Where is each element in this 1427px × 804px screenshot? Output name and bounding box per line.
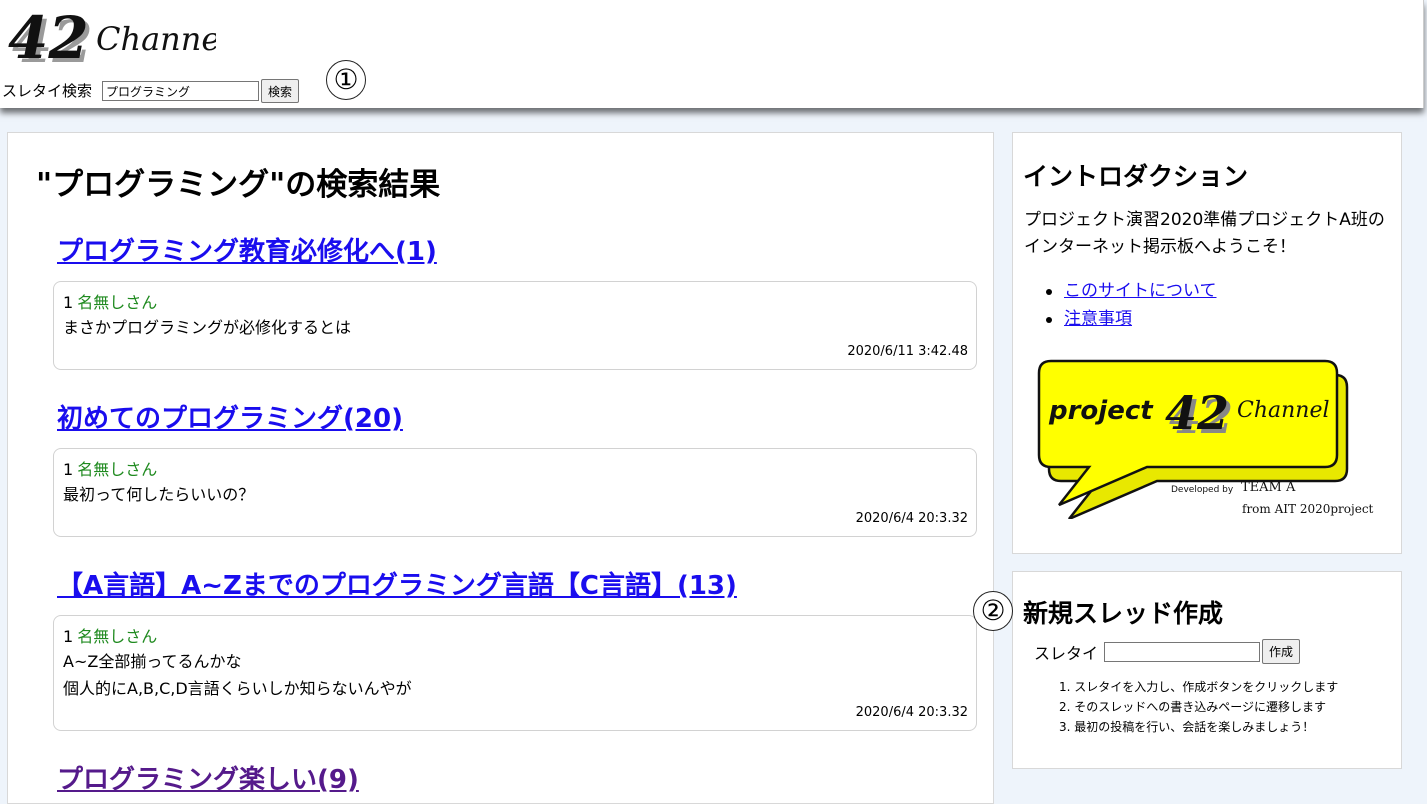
post-date: 2020/6/11 3:42.48 <box>847 344 968 359</box>
logo-text: Channel <box>96 20 216 58</box>
instruction-step: 3. 最初の投稿を行い、会話を楽しみましょう！ <box>1059 720 1315 734</box>
post-date: 2020/6/4 20:3.32 <box>855 705 968 720</box>
site-logo[interactable]: 42 42 Channel <box>6 6 216 72</box>
post-body: まさかプログラミングが必修化するとは <box>63 318 352 337</box>
poster-name: 名無しさん <box>77 627 158 646</box>
results-title: "プログラミング"の検索結果 <box>36 167 441 203</box>
post-date: 2020/6/4 20:3.32 <box>855 511 968 526</box>
search-button[interactable]: 検索 <box>261 79 300 103</box>
logo-number: 42 <box>8 6 89 72</box>
intro-link-item: 注意事項 <box>1046 305 1217 333</box>
intro-link-list: このサイトについて 注意事項 <box>1046 277 1217 333</box>
thread-item: プログラミング楽しい(9) <box>53 759 977 796</box>
thread-item: 【A言語】A~Zまでのプログラミング言語【C言語】(13) 1 名無しさん A~Z… <box>53 565 977 731</box>
post-body-line: 個人的にA,B,C,D言語くらいしか知らないんやが <box>63 679 412 698</box>
post-card: 1 名無しさん 最初って何したらいいの？ 2020/6/4 20:3.32 <box>53 448 977 537</box>
search-results-panel: "プログラミング"の検索結果 プログラミング教育必修化へ(1) 1 名無しさん ま… <box>7 132 994 804</box>
site-header: 42 42 Channel スレタイ検索 検索 ① <box>0 0 1424 108</box>
intro-panel: イントロダクション プロジェクト演習2020準備プロジェクトA班のインターネット… <box>1012 132 1402 554</box>
post-body-line: A~Z全部揃ってるんかな <box>63 652 242 671</box>
post-number: 1 <box>63 460 74 479</box>
notes-link[interactable]: 注意事項 <box>1064 309 1132 329</box>
new-thread-title: 新規スレッド作成 <box>1023 599 1224 628</box>
banner-channel-word: Channel <box>1237 398 1330 423</box>
intro-title: イントロダクション <box>1023 162 1249 191</box>
post-header: 1 名無しさん <box>63 459 968 481</box>
post-number: 1 <box>63 627 74 646</box>
instruction-step: 1. スレタイを入力し、作成ボタンをクリックします <box>1059 680 1339 694</box>
instruction-step: 2. そのスレッドへの書き込みページに遷移します <box>1059 700 1327 714</box>
thread-title-link[interactable]: プログラミング教育必修化へ(1) <box>57 231 977 268</box>
poster-name: 名無しさん <box>77 293 158 312</box>
banner-team: TEAM A <box>1241 480 1296 495</box>
thread-title-input[interactable] <box>1104 642 1260 662</box>
post-body: 最初って何したらいいの？ <box>63 485 255 504</box>
banner-developed-by: Developed by <box>1171 485 1234 495</box>
post-header: 1 名無しさん <box>63 292 968 314</box>
post-card: 1 名無しさん A~Z全部揃ってるんかな 個人的にA,B,C,D言語くらいしか知ら… <box>53 615 977 731</box>
create-thread-button[interactable]: 作成 <box>1262 639 1301 664</box>
banner-project-word: project <box>1048 396 1154 426</box>
instruction-list: 1. スレタイを入力し、作成ボタンをクリックします 2. そのスレッドへの書き込… <box>1059 677 1338 737</box>
callout-number-1: ① <box>326 60 366 100</box>
thread-item: プログラミング教育必修化へ(1) 1 名無しさん まさかプログラミングが必修化する… <box>53 231 977 370</box>
thread-item: 初めてのプログラミング(20) 1 名無しさん 最初って何したらいいの？ 2020… <box>53 398 977 537</box>
search-input[interactable] <box>102 81 259 101</box>
post-header: 1 名無しさん <box>63 626 968 648</box>
post-number: 1 <box>63 293 74 312</box>
intro-text: プロジェクト演習2020準備プロジェクトA班のインターネット掲示板へようこそ！ <box>1024 210 1385 257</box>
banner-number: 42 <box>1165 386 1229 440</box>
about-site-link[interactable]: このサイトについて <box>1064 281 1217 301</box>
project-42-channel-banner: project 42 42 Channel Developed by TEAM … <box>1037 359 1374 519</box>
thread-title-link[interactable]: 初めてのプログラミング(20) <box>57 398 977 435</box>
intro-link-item: このサイトについて <box>1046 277 1217 305</box>
thread-title-label: スレタイ <box>1034 644 1099 663</box>
new-thread-panel: 新規スレッド作成 スレタイ 作成 1. スレタイを入力し、作成ボタンをクリックし… <box>1012 571 1402 769</box>
search-label: スレタイ検索 <box>2 82 93 100</box>
callout-number-2: ② <box>973 591 1013 631</box>
thread-title-link[interactable]: プログラミング楽しい(9) <box>57 759 977 796</box>
banner-from: from AIT 2020project <box>1242 502 1374 516</box>
poster-name: 名無しさん <box>77 460 158 479</box>
thread-title-link[interactable]: 【A言語】A~Zまでのプログラミング言語【C言語】(13) <box>57 565 977 602</box>
post-card: 1 名無しさん まさかプログラミングが必修化するとは 2020/6/11 3:42… <box>53 281 977 370</box>
